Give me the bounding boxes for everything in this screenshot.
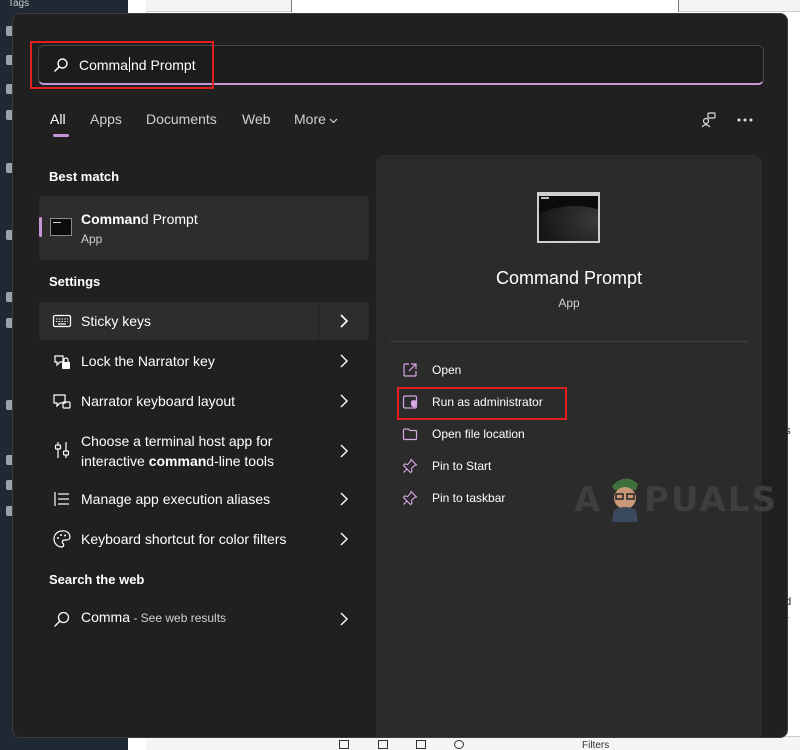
background-globe-icon	[454, 740, 464, 749]
narrator-lock-icon	[54, 355, 70, 369]
prompt-cursor-mark	[541, 197, 549, 199]
background-filters-label: Filters	[582, 740, 610, 750]
tab-web[interactable]: Web	[242, 111, 271, 127]
chevron-right-icon	[340, 314, 349, 328]
pin-icon	[402, 490, 418, 506]
settings-item-lock-narrator-key[interactable]: Lock the Narrator key	[39, 342, 369, 380]
settings-item-color-filters-shortcut[interactable]: Keyboard shortcut for color filters	[39, 520, 369, 558]
action-label: Pin to taskbar	[432, 491, 506, 505]
folder-icon	[402, 428, 418, 441]
web-result-item[interactable]: Comma - See web results	[39, 600, 369, 638]
search-icon	[54, 611, 70, 627]
best-match-title-rest: d Prompt	[140, 211, 198, 227]
background-top-strip	[146, 0, 800, 12]
expand-button[interactable]	[319, 302, 369, 340]
action-label: Open file location	[432, 427, 525, 441]
watermark-letter: A	[574, 480, 603, 520]
keyboard-icon	[52, 314, 72, 328]
tab-apps[interactable]: Apps	[90, 111, 122, 127]
preview-title: Command Prompt	[495, 268, 643, 288]
best-match-title-match: Comman	[81, 211, 141, 227]
web-result-text: Comma - See web results	[81, 609, 226, 625]
chevron-right-icon	[340, 532, 348, 546]
background-sidebar-label: Tags	[8, 0, 30, 9]
chevron-right-icon	[340, 354, 348, 368]
background-document-icon	[416, 740, 426, 749]
settings-item-app-execution-aliases[interactable]: Manage app execution aliases	[39, 480, 369, 518]
chevron-right-icon	[340, 444, 348, 458]
settings-item-label: Manage app execution aliases	[81, 491, 271, 507]
action-pin-to-taskbar[interactable]: Pin to taskbar	[400, 487, 600, 509]
command-prompt-large-icon	[537, 192, 600, 243]
search-flyout: Comma nd Prompt All Apps Documents Web Mo…	[12, 13, 788, 738]
account-switch-icon[interactable]	[699, 110, 719, 130]
sliders-icon	[54, 442, 70, 458]
background-menu-icon	[339, 740, 349, 749]
web-result-query: Comma	[81, 609, 131, 625]
settings-item-terminal-host-app[interactable]: Choose a terminal host app for interactiv…	[39, 422, 369, 480]
best-match-subtitle: App	[81, 232, 103, 246]
watermark-text: PUALS	[644, 480, 778, 520]
settings-item-label-line2-post: d-line tools	[206, 453, 274, 469]
settings-item-label-line1: Choose a terminal host app for	[81, 433, 273, 449]
highlight-search-box	[30, 41, 214, 89]
settings-item-label: Sticky keys	[81, 313, 152, 329]
settings-item-label-line2-pre: interactive	[81, 453, 149, 469]
action-pin-to-start[interactable]: Pin to Start	[400, 455, 600, 477]
settings-item-sticky-keys[interactable]: Sticky keys	[39, 302, 369, 340]
tab-all[interactable]: All	[50, 111, 66, 127]
preview-subtitle: App	[558, 296, 580, 310]
tab-documents[interactable]: Documents	[146, 111, 217, 127]
chevron-right-icon	[340, 492, 348, 506]
mascot-icon	[612, 478, 638, 522]
settings-item-label: Lock the Narrator key	[81, 353, 215, 369]
action-open[interactable]: Open	[400, 359, 600, 381]
settings-item-label-line2-match: comman	[148, 453, 207, 469]
chevron-down-icon	[329, 118, 338, 124]
background-bottom-toolbar: Filters	[146, 736, 800, 750]
chevron-right-icon	[340, 612, 348, 626]
action-label: Open	[432, 363, 462, 377]
chevron-right-icon	[340, 394, 348, 408]
background-calendar-icon	[378, 740, 388, 749]
preview-pane: Command Prompt App Open Run as administr…	[376, 155, 762, 737]
command-prompt-icon	[50, 218, 72, 236]
preview-divider	[390, 341, 748, 342]
background-top-box	[291, 0, 679, 12]
pin-icon	[402, 458, 418, 474]
best-match-heading: Best match	[49, 169, 120, 184]
narrator-icon	[53, 394, 71, 409]
settings-heading: Settings	[49, 274, 101, 289]
highlight-run-as-administrator	[397, 387, 567, 420]
more-options-icon[interactable]	[735, 110, 755, 130]
appuals-watermark: A PUALS	[574, 478, 784, 522]
tab-more-label: More	[294, 111, 326, 127]
settings-item-label: Narrator keyboard layout	[81, 393, 236, 409]
web-result-suffix: - See web results	[130, 611, 227, 625]
active-tab-indicator	[53, 134, 69, 137]
tab-more[interactable]: More	[294, 111, 338, 127]
settings-item-narrator-keyboard-layout[interactable]: Narrator keyboard layout	[39, 382, 369, 420]
settings-item-label: Keyboard shortcut for color filters	[81, 531, 287, 547]
best-match-title: Command Prompt	[81, 211, 198, 227]
best-match-result[interactable]: Command Prompt App	[39, 196, 369, 260]
list-icon	[54, 492, 69, 506]
selection-accent	[39, 217, 42, 237]
open-icon	[403, 363, 417, 377]
action-label: Pin to Start	[432, 459, 492, 473]
settings-item-label: Choose a terminal host app for interactiv…	[81, 431, 274, 471]
search-the-web-heading: Search the web	[49, 572, 145, 587]
action-open-file-location[interactable]: Open file location	[400, 423, 600, 445]
palette-icon	[53, 530, 71, 548]
